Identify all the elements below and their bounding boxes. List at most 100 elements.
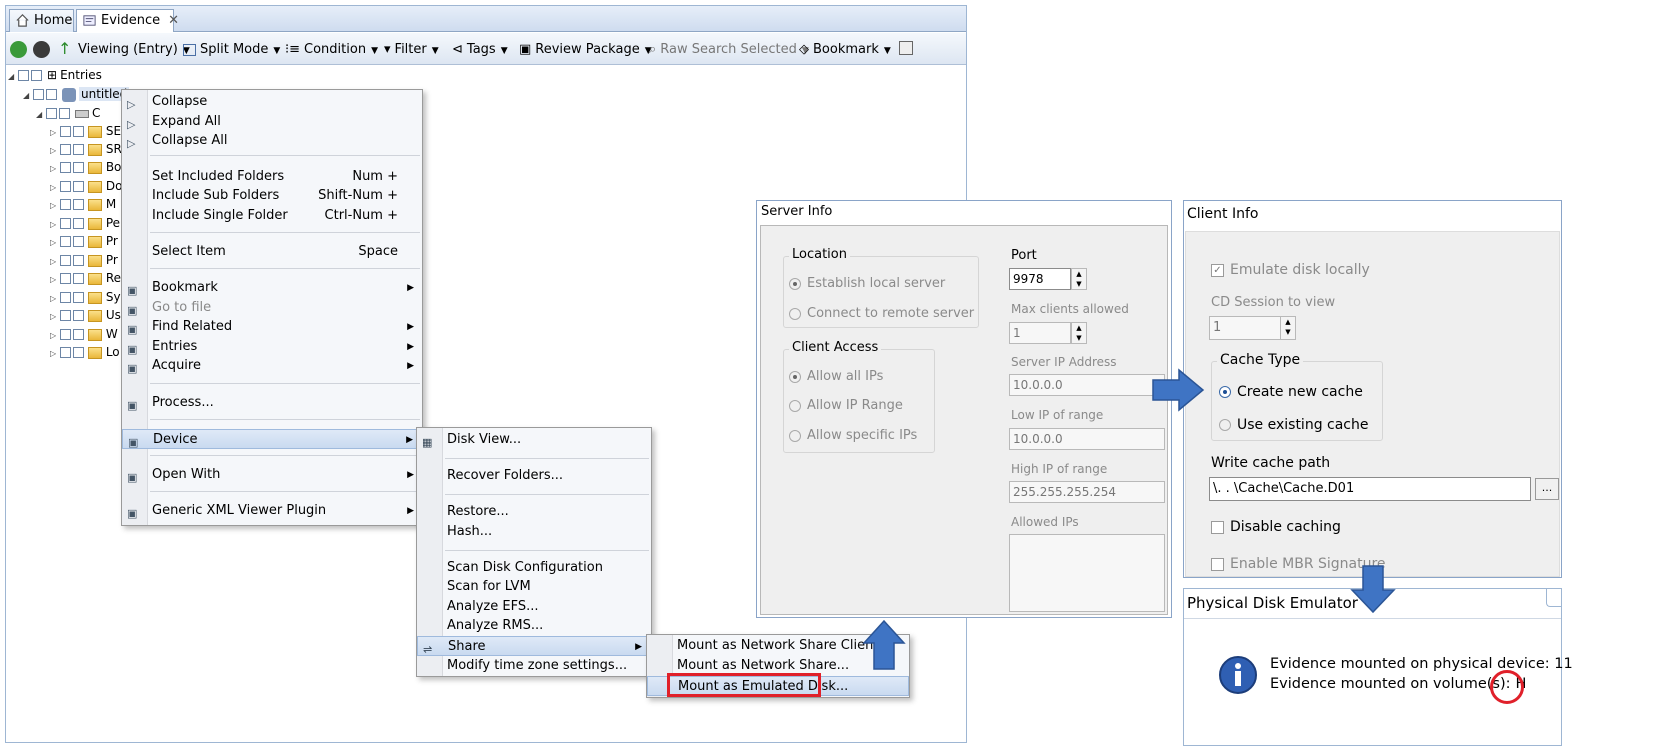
tree-checkbox[interactable]	[73, 347, 84, 358]
cd-session-stepper[interactable]: ▲ ▼	[1280, 316, 1296, 340]
server-ip-input[interactable]: 10.0.0.0	[1009, 374, 1165, 396]
tree-node-folder[interactable]: ▷ W	[50, 325, 118, 343]
tree-checkbox[interactable]	[60, 236, 71, 247]
tab-evidence[interactable]: Evidence ✕	[76, 9, 179, 32]
tree-node-folder[interactable]: ▷ Pr	[50, 251, 118, 269]
device-menu-item[interactable]: Restore...	[417, 502, 651, 522]
tree-checkbox[interactable]	[73, 329, 84, 340]
tree-checkbox[interactable]	[46, 108, 57, 119]
context-menu-item[interactable]: ▣ Process...	[122, 393, 422, 413]
tree-checkbox[interactable]	[73, 292, 84, 303]
export-icon[interactable]	[899, 41, 913, 55]
radio-allow-specific[interactable]: Allow specific IPs	[789, 428, 917, 443]
device-menu-item[interactable]: Scan Disk Configuration	[417, 558, 651, 578]
tree-checkbox[interactable]	[73, 273, 84, 284]
tree-checkbox[interactable]	[73, 255, 84, 266]
context-menu-item[interactable]: ▣ Open With ▶	[122, 465, 422, 485]
tree-node-folder[interactable]: ▷ Lo	[50, 343, 120, 361]
tree-node-folder[interactable]: ▷ SR	[50, 140, 122, 158]
tree-node-device[interactable]: ◢ untitled	[23, 85, 130, 103]
tab-home[interactable]: Home	[9, 9, 74, 32]
allowed-ips-list[interactable]	[1009, 534, 1165, 612]
tree-checkbox[interactable]	[60, 162, 71, 173]
radio-use-existing-cache[interactable]: Use existing cache	[1219, 417, 1369, 433]
max-clients-stepper[interactable]: ▲ ▼	[1071, 322, 1087, 344]
radio-allow-range[interactable]: Allow IP Range	[789, 398, 903, 413]
context-menu-item[interactable]: ▷ Collapse All	[122, 131, 422, 151]
forward-icon[interactable]	[33, 41, 50, 58]
raw-search-dropdown[interactable]: ⌕ Raw Search Selected ▼	[649, 41, 809, 59]
tree-checkbox[interactable]	[73, 218, 84, 229]
max-clients-input[interactable]: 1	[1009, 322, 1071, 344]
close-tab-icon[interactable]: ✕	[168, 13, 179, 28]
tree-node-folder[interactable]: ▷ Do	[50, 177, 122, 195]
tree-checkbox[interactable]	[60, 273, 71, 284]
tree-checkbox[interactable]	[60, 292, 71, 303]
context-menu-item[interactable]: ▣ Bookmark ▶	[122, 278, 422, 298]
context-menu-item[interactable]: ▣ Device ▶	[122, 429, 422, 449]
tree-checkbox[interactable]	[73, 162, 84, 173]
disable-caching-checkbox[interactable]: Disable caching	[1211, 519, 1341, 535]
tree-checkbox[interactable]	[33, 89, 44, 100]
low-ip-input[interactable]: 10.0.0.0	[1009, 428, 1165, 450]
tree-checkbox[interactable]	[60, 310, 71, 321]
write-cache-input[interactable]: \. . \Cache\Cache.D01	[1209, 477, 1531, 501]
tree-checkbox[interactable]	[60, 126, 71, 137]
device-menu-item[interactable]: Recover Folders...	[417, 466, 651, 486]
tree-node-folder[interactable]: ▷ Us	[50, 306, 121, 324]
tree-checkbox[interactable]	[60, 255, 71, 266]
context-menu-item[interactable]: Include Sub Folders Shift-Num +	[122, 186, 422, 206]
emulate-locally-checkbox[interactable]: ✓ Emulate disk locally	[1211, 262, 1370, 278]
context-menu-item[interactable]: ▣ Acquire ▶	[122, 356, 422, 376]
tree-checkbox[interactable]	[46, 89, 57, 100]
port-stepper[interactable]: ▲ ▼	[1071, 268, 1087, 290]
context-menu-item[interactable]: ▣ Go to file	[122, 298, 422, 318]
review-package-dropdown[interactable]: ▣ Review Package ▼	[519, 41, 652, 59]
bookmark-dropdown[interactable]: ◇ Bookmark ▼	[799, 41, 891, 59]
context-menu-item[interactable]: ▣ Find Related ▶	[122, 317, 422, 337]
tree-node-folder[interactable]: ▷ SE	[50, 122, 121, 140]
split-mode-dropdown[interactable]: Split Mode ▼	[183, 41, 280, 59]
tree-node-folder[interactable]: ▷ Bo	[50, 158, 121, 176]
device-menu-item[interactable]: Analyze RMS...	[417, 616, 651, 636]
back-icon[interactable]	[10, 41, 27, 58]
device-menu-item[interactable]: ⇌ Share ▶	[417, 636, 651, 656]
condition-dropdown[interactable]: ⁝≡ Condition ▼	[285, 41, 378, 59]
tree-checkbox[interactable]	[31, 70, 42, 81]
tree-checkbox[interactable]	[60, 347, 71, 358]
tree-checkbox[interactable]	[60, 218, 71, 229]
tree-checkbox[interactable]	[60, 199, 71, 210]
radio-establish-local[interactable]: Establish local server	[789, 276, 945, 291]
tree-node-folder[interactable]: ▷ M	[50, 195, 116, 213]
radio-create-cache[interactable]: Create new cache	[1219, 384, 1363, 400]
tree-node-folder[interactable]: ▷ Pr	[50, 232, 118, 250]
tree-checkbox[interactable]	[73, 181, 84, 192]
device-menu-item[interactable]: Modify time zone settings...	[417, 656, 651, 676]
tree-checkbox[interactable]	[73, 126, 84, 137]
viewing-dropdown[interactable]: Viewing (Entry) ▼	[78, 41, 190, 59]
tree-checkbox[interactable]	[59, 108, 70, 119]
tree-checkbox[interactable]	[73, 144, 84, 155]
context-menu-item[interactable]: ▷ Collapse	[122, 92, 422, 112]
port-input[interactable]: 9978	[1009, 268, 1071, 290]
filter-dropdown[interactable]: ▾ Filter ▼	[384, 41, 439, 59]
tree-checkbox[interactable]	[60, 329, 71, 340]
device-menu-item[interactable]: Analyze EFS...	[417, 597, 651, 617]
tree-checkbox[interactable]	[60, 181, 71, 192]
device-menu-item[interactable]: Scan for LVM	[417, 577, 651, 597]
tree-checkbox[interactable]	[18, 70, 29, 81]
device-menu-item[interactable]: ▦ Disk View...	[417, 430, 651, 450]
browse-button[interactable]: ...	[1535, 478, 1559, 500]
tree-node-folder[interactable]: ▷ Pe	[50, 214, 120, 232]
tree-node-entries[interactable]: ◢ ⊞ Entries	[8, 66, 102, 84]
high-ip-input[interactable]: 255.255.255.254	[1009, 481, 1165, 503]
tree-node-folder[interactable]: ▷ Re	[50, 269, 121, 287]
tree-node-folder[interactable]: ▷ Sy	[50, 288, 121, 306]
tree-checkbox[interactable]	[73, 199, 84, 210]
context-menu-item[interactable]: ▣ Entries ▶	[122, 337, 422, 357]
up-arrow-icon[interactable]: ↑	[58, 39, 71, 58]
radio-connect-remote[interactable]: Connect to remote server	[789, 306, 974, 321]
cd-session-input[interactable]: 1	[1209, 316, 1281, 340]
tree-checkbox[interactable]	[73, 236, 84, 247]
context-menu-item[interactable]: Set Included Folders Num +	[122, 167, 422, 187]
